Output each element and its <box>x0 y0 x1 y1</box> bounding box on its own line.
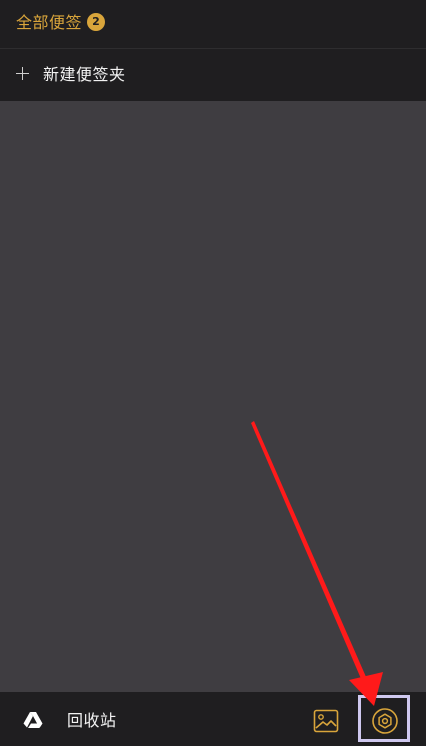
new-folder-label: 新建便签夹 <box>43 65 126 84</box>
settings-highlight-box <box>358 695 410 742</box>
drive-triangle-icon <box>23 712 43 728</box>
header: 全部便签 2 <box>0 0 426 49</box>
note-count-badge: 2 <box>87 13 105 31</box>
trash-label: 回收站 <box>67 711 117 730</box>
new-folder-button[interactable]: 新建便签夹 <box>0 49 426 101</box>
app-screen: 全部便签 2 新建便签夹 回收站 <box>0 0 426 746</box>
page-title[interactable]: 全部便签 <box>16 12 82 34</box>
image-icon[interactable] <box>313 709 339 733</box>
plus-icon <box>15 64 31 84</box>
